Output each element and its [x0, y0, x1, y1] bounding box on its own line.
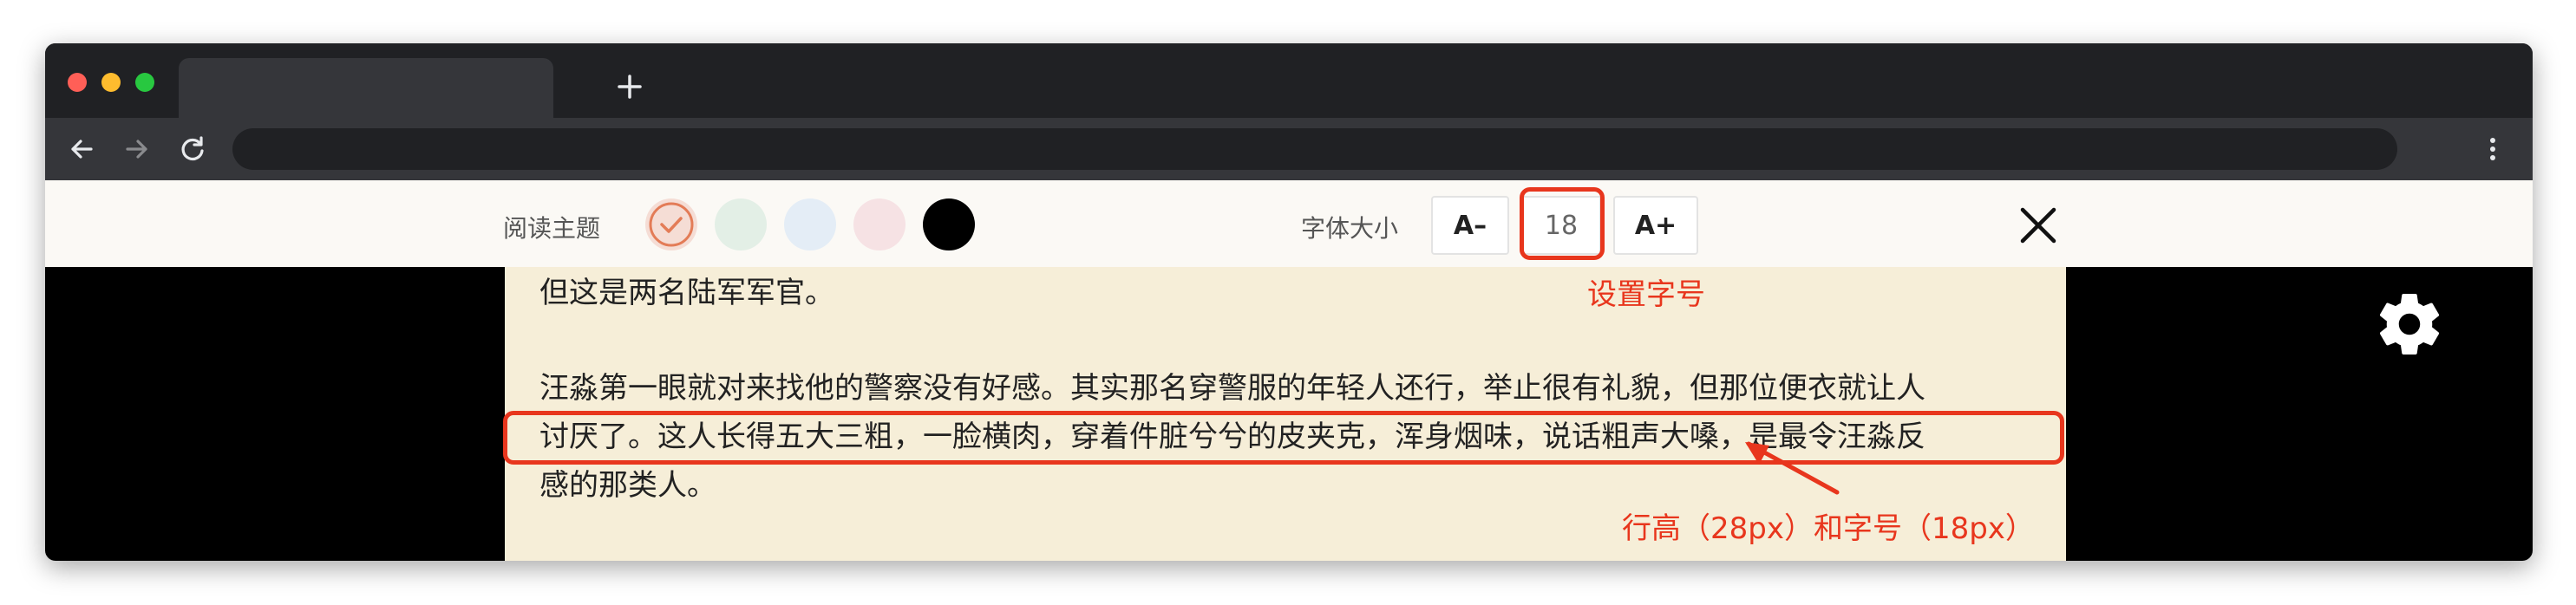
- decrease-font-button[interactable]: A–: [1431, 196, 1509, 255]
- reload-button[interactable]: [173, 130, 212, 168]
- gear-icon: [2379, 294, 2440, 355]
- new-tab-button[interactable]: [612, 69, 647, 104]
- forward-button[interactable]: [118, 130, 156, 168]
- article-paragraph-line: 汪淼第一眼就对来找他的警察没有好感。其实那名穿警服的年轻人还行，举止很有礼貌，但…: [539, 371, 1925, 406]
- theme-label: 阅读主题: [503, 214, 601, 243]
- close-settings-button[interactable]: [2016, 203, 2061, 248]
- check-circle-icon: [649, 202, 694, 247]
- settings-button[interactable]: [2373, 288, 2446, 361]
- browser-menu-button[interactable]: [2474, 130, 2512, 168]
- article-paragraph-line: 感的那类人。: [539, 468, 716, 503]
- annotation-arrow-icon: [1745, 441, 1840, 495]
- reader-settings-toolbar: 阅读主题 字体大小 A– 18 A+: [45, 180, 2533, 267]
- font-size-highlight-box: [1520, 187, 1605, 260]
- article-paragraph-line: 但这是两名陆军军官。: [539, 276, 834, 310]
- reload-icon: [181, 136, 204, 161]
- line-height-annotation: 行高（28px）和字号（18px）: [1622, 511, 2035, 546]
- browser-tab[interactable]: [179, 58, 553, 118]
- minimize-window-button[interactable]: [101, 73, 121, 92]
- font-size-label: 字体大小: [1301, 214, 1399, 243]
- close-icon: [2020, 207, 2056, 244]
- theme-swatch-green[interactable]: [715, 198, 767, 250]
- increase-font-button[interactable]: A+: [1613, 196, 1698, 255]
- browser-window: 阅读主题 字体大小 A– 18 A+ 但这是两名陆军军官。 汪淼第一眼就对来找他…: [45, 43, 2533, 561]
- maximize-window-button[interactable]: [135, 73, 154, 92]
- theme-swatch-warm[interactable]: [645, 198, 697, 250]
- address-bar[interactable]: [232, 128, 2397, 170]
- arrow-left-icon: [71, 140, 93, 159]
- font-size-annotation: 设置字号: [1587, 277, 1705, 312]
- arrow-right-icon: [126, 140, 147, 159]
- tab-bar: [45, 43, 2533, 118]
- plus-icon: [618, 75, 642, 99]
- back-button[interactable]: [62, 130, 101, 168]
- theme-swatch-pink[interactable]: [853, 198, 906, 250]
- more-vertical-icon: [2490, 138, 2495, 160]
- theme-swatch-dark[interactable]: [923, 198, 975, 250]
- navigation-bar: [45, 118, 2533, 180]
- theme-swatch-blue[interactable]: [784, 198, 836, 250]
- close-window-button[interactable]: [68, 73, 87, 92]
